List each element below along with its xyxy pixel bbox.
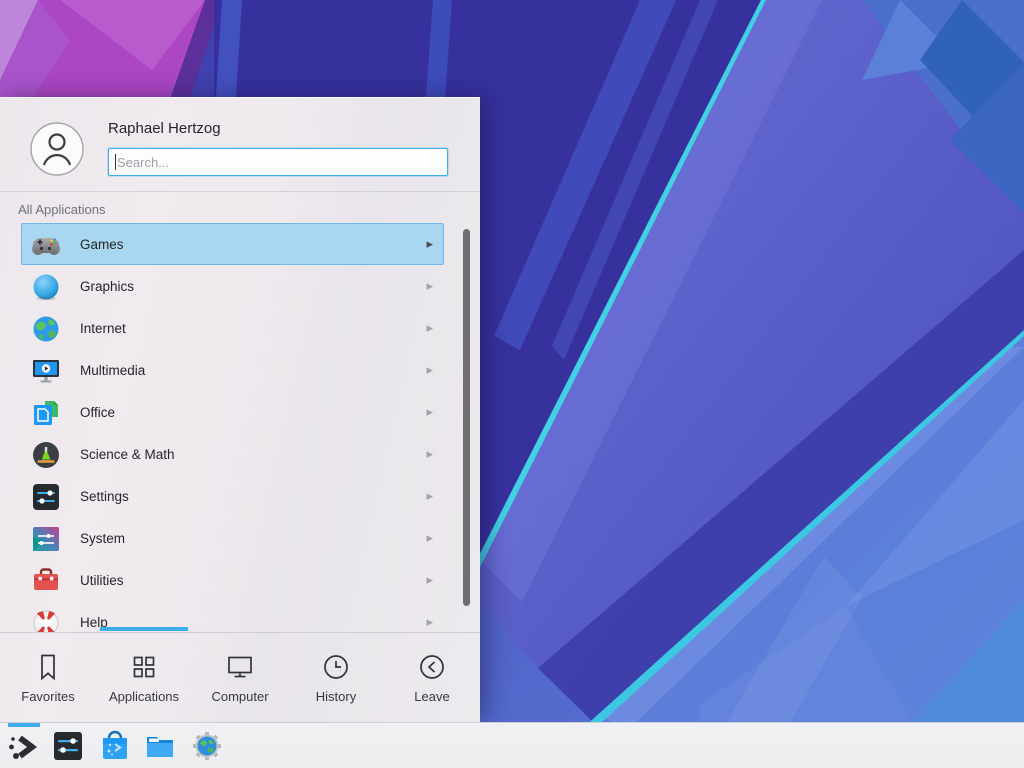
category-utilities[interactable]: Utilities ▸: [21, 559, 444, 601]
submenu-arrow-icon: ▸: [426, 223, 433, 265]
submenu-arrow-icon: ▸: [426, 307, 433, 349]
globe-icon: [30, 313, 62, 345]
category-settings[interactable]: Settings ▸: [21, 475, 444, 517]
category-label: Multimedia: [80, 363, 145, 378]
clock-icon: [321, 652, 351, 682]
tab-label: Leave: [414, 689, 449, 704]
category-label: Settings: [80, 489, 129, 504]
submenu-arrow-icon: ▸: [426, 433, 433, 475]
category-internet[interactable]: Internet ▸: [21, 307, 444, 349]
bookmark-icon: [33, 652, 63, 682]
tab-history[interactable]: History: [288, 633, 384, 723]
system-icon: [30, 523, 62, 555]
submenu-arrow-icon: ▸: [426, 601, 433, 632]
category-label: Utilities: [80, 573, 124, 588]
category-label: Science & Math: [80, 447, 175, 462]
text-caret: [115, 154, 116, 170]
tab-label: Computer: [211, 689, 268, 704]
user-avatar-icon[interactable]: [29, 121, 85, 177]
taskbar-panel: ES ▲ 7:03 PM 4/24/21: [0, 722, 1024, 768]
tab-leave[interactable]: Leave: [384, 633, 480, 723]
category-graphics[interactable]: Graphics ▸: [21, 265, 444, 307]
category-games[interactable]: Games ▸: [21, 223, 444, 265]
tab-label: History: [316, 689, 356, 704]
tab-favorites[interactable]: Favorites: [0, 633, 96, 723]
submenu-arrow-icon: ▸: [426, 265, 433, 307]
media-player-icon: [30, 355, 62, 387]
lifebuoy-icon: [30, 607, 62, 632]
category-label: Office: [80, 405, 115, 420]
application-launcher-menu: Raphael Hertzog Search... All Applicatio…: [0, 97, 480, 722]
scrollbar[interactable]: [463, 229, 470, 606]
active-tab-indicator: [100, 627, 188, 631]
category-office[interactable]: Office ▸: [21, 391, 444, 433]
search-input[interactable]: Search...: [108, 148, 448, 176]
launcher-tab-bar: Favorites Applications Computer: [0, 633, 480, 723]
office-documents-icon: [30, 397, 62, 429]
submenu-arrow-icon: ▸: [426, 559, 433, 601]
gamepad-icon: [30, 229, 62, 261]
category-label: Games: [80, 237, 124, 252]
divider: [0, 191, 480, 192]
category-science-math[interactable]: Science & Math ▸: [21, 433, 444, 475]
grid-icon: [129, 652, 159, 682]
launcher-header: Raphael Hertzog Search...: [0, 98, 480, 191]
tab-applications[interactable]: Applications: [96, 633, 192, 723]
system-settings-launcher-icon[interactable]: [52, 730, 84, 762]
submenu-arrow-icon: ▸: [426, 349, 433, 391]
file-manager-icon[interactable]: [144, 730, 176, 762]
toolbox-icon: [30, 565, 62, 597]
settings-sliders-icon: [30, 481, 62, 513]
category-system[interactable]: System ▸: [21, 517, 444, 559]
science-flask-icon: [30, 439, 62, 471]
submenu-arrow-icon: ▸: [426, 517, 433, 559]
tab-label: Favorites: [21, 689, 74, 704]
tab-label: Applications: [109, 689, 179, 704]
section-label: All Applications: [18, 202, 105, 217]
monitor-icon: [225, 652, 255, 682]
globe-gear-icon[interactable]: [191, 730, 223, 762]
category-multimedia[interactable]: Multimedia ▸: [21, 349, 444, 391]
desktop: Raphael Hertzog Search... All Applicatio…: [0, 0, 1024, 768]
category-label: Graphics: [80, 279, 134, 294]
tab-computer[interactable]: Computer: [192, 633, 288, 723]
category-label: System: [80, 531, 125, 546]
leave-icon: [417, 652, 447, 682]
user-name: Raphael Hertzog: [108, 120, 221, 137]
active-task-indicator: [8, 723, 40, 727]
category-help[interactable]: Help ▸: [21, 601, 444, 632]
app-launcher-button[interactable]: [6, 728, 42, 766]
category-label: Internet: [80, 321, 126, 336]
sphere-icon: [30, 271, 62, 303]
search-placeholder: Search...: [117, 155, 169, 170]
discover-store-icon[interactable]: [99, 730, 131, 762]
submenu-arrow-icon: ▸: [426, 475, 433, 517]
submenu-arrow-icon: ▸: [426, 391, 433, 433]
category-list: Games ▸ Graphics ▸: [0, 223, 480, 632]
